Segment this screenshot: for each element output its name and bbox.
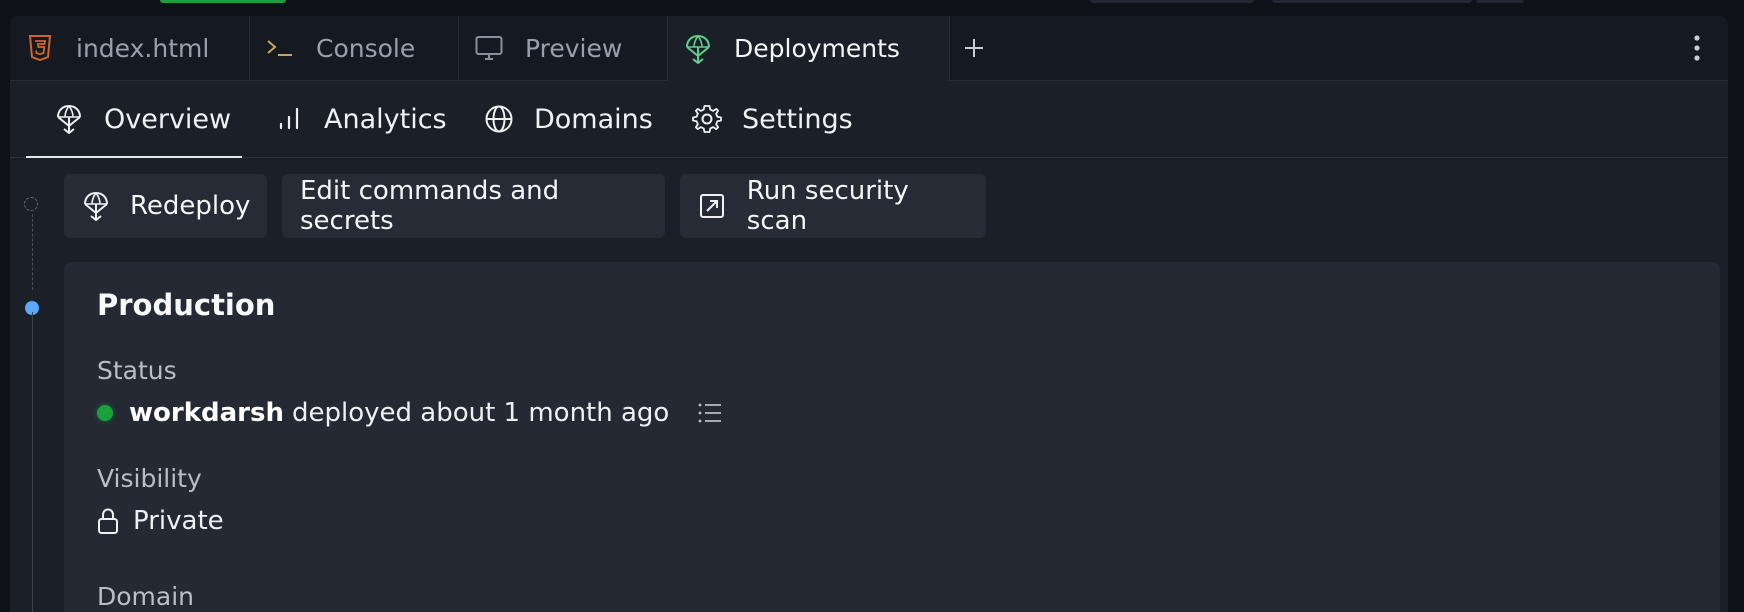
add-tab-button[interactable] <box>956 30 992 66</box>
security-scan-button[interactable]: Run security scan <box>680 174 986 238</box>
deployment-subnav: Overview Analytics Domains Settings <box>10 81 1728 158</box>
redeploy-button[interactable]: Redeploy <box>64 174 267 238</box>
top-toolbar-pill <box>1476 0 1524 3</box>
terminal-icon <box>266 34 294 62</box>
tab-label: index.html <box>76 33 210 63</box>
deploy-user[interactable]: workdarsh <box>129 398 284 428</box>
plus-icon <box>965 39 983 57</box>
tab-deployments[interactable]: Deployments <box>668 16 950 81</box>
more-options-button[interactable] <box>1684 30 1710 66</box>
security-scan-label: Run security scan <box>746 176 909 236</box>
subtab-label: Settings <box>742 103 853 135</box>
subtab-label: Overview <box>104 103 232 135</box>
bar-chart-icon <box>274 104 304 134</box>
subtab-label: Analytics <box>324 103 447 135</box>
visibility-row: Private <box>97 506 224 536</box>
top-strip <box>0 0 1744 16</box>
card-title: Production <box>97 288 276 322</box>
lock-icon <box>97 507 119 535</box>
globe-icon <box>484 104 514 134</box>
tab-console[interactable]: Console <box>250 16 459 80</box>
deploy-icon <box>82 191 110 221</box>
tab-label: Preview <box>525 33 623 63</box>
tab-index-html[interactable]: index.html <box>10 16 250 80</box>
gear-icon <box>692 104 722 134</box>
monitor-icon <box>475 34 503 62</box>
tab-label: Console <box>316 33 416 63</box>
timeline-pending-marker <box>24 197 38 211</box>
status-text: deployed about 1 month ago <box>291 398 670 428</box>
deployments-icon <box>684 34 712 64</box>
edit-commands-button[interactable]: Edit commands and secrets <box>282 174 665 238</box>
tab-label: Deployments <box>734 34 900 63</box>
tab-preview[interactable]: Preview <box>459 16 668 80</box>
logs-list-icon[interactable] <box>697 402 723 424</box>
subtab-analytics[interactable]: Analytics <box>274 81 447 157</box>
external-link-icon <box>698 191 727 221</box>
tab-bar: index.html Console Preview Deployments <box>10 16 1728 81</box>
production-card: Production Status workdarsh deployed abo… <box>64 262 1720 612</box>
redeploy-label: Redeploy <box>130 191 251 221</box>
kebab-menu-icon <box>1694 35 1700 61</box>
top-toolbar-pill <box>1090 0 1254 3</box>
timeline-line <box>32 312 33 612</box>
subtab-domains[interactable]: Domains <box>484 81 653 157</box>
visibility-value: Private <box>133 506 224 536</box>
top-toolbar-pill <box>1272 0 1472 3</box>
subtab-label: Domains <box>534 103 653 135</box>
domain-label: Domain <box>97 582 195 611</box>
subtab-overview[interactable]: Overview <box>26 81 242 158</box>
edit-commands-label: Edit commands and secrets <box>300 176 560 236</box>
timeline-dashed-line <box>32 214 33 290</box>
deployments-window: index.html Console Preview Deployments O… <box>10 16 1728 612</box>
subtab-settings[interactable]: Settings <box>692 81 853 157</box>
status-dot-icon <box>97 405 113 421</box>
visibility-label: Visibility <box>97 464 202 493</box>
status-label: Status <box>97 356 177 385</box>
deploy-icon <box>54 104 84 134</box>
top-run-indicator <box>160 0 286 3</box>
status-row: workdarsh deployed about 1 month ago <box>97 398 723 428</box>
html5-icon <box>26 34 54 62</box>
